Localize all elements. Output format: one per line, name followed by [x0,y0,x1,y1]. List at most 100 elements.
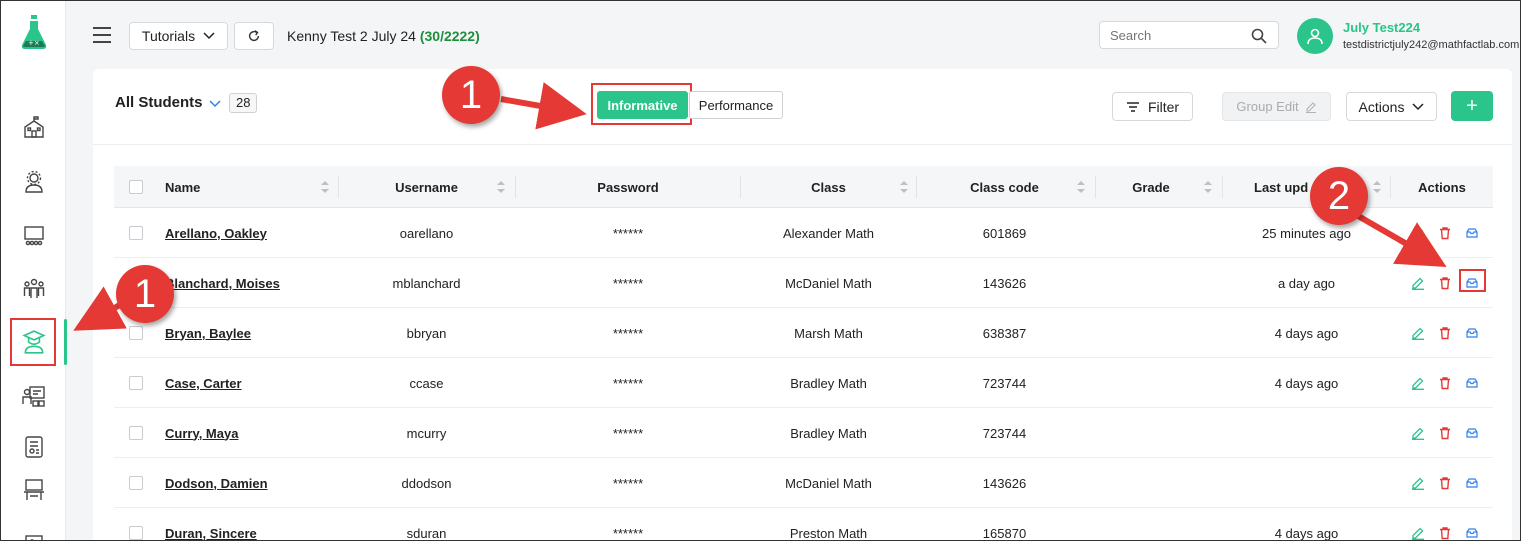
column-header-class[interactable]: Class [741,166,916,208]
extra-menu-icon[interactable] [19,525,49,540]
edit-icon[interactable] [1411,226,1425,240]
column-header-username[interactable]: Username [339,166,514,208]
sort-icon[interactable] [1077,181,1085,193]
sort-icon[interactable] [1204,181,1212,193]
user-name[interactable]: July Test224 [1343,20,1420,35]
student-name-link[interactable]: Bryan, Baylee [165,308,335,358]
row-checkbox[interactable] [129,326,143,340]
user-email: testdistrictjuly242@mathfactlab.com [1343,39,1520,51]
sidebar-active-indicator [64,319,67,365]
informative-toggle[interactable]: Informative [597,91,688,119]
student-name-link[interactable]: Dodson, Damien [165,458,335,508]
users-group-icon[interactable] [19,273,49,303]
callout-badge-toggle: 1 [442,66,500,124]
edit-icon[interactable] [1411,526,1425,540]
table-row: Curry, Maya mcurry ****** Bradley Math 72374… [114,408,1493,458]
annotation-highlight-email-icon [1459,269,1486,292]
delete-icon[interactable] [1438,526,1452,540]
callout-badge-sidebar: 1 [116,265,174,323]
tutorials-dropdown[interactable]: Tutorials [129,22,228,50]
edit-icon[interactable] [1411,326,1425,340]
delete-icon[interactable] [1438,276,1452,290]
callout-badge-actions: 2 [1310,167,1368,225]
table-row: Case, Carter ccase ****** Bradley Math 72374… [114,358,1493,408]
email-icon[interactable] [1465,226,1479,240]
delete-icon[interactable] [1438,376,1452,390]
delete-icon[interactable] [1438,426,1452,440]
table-row: Bryan, Baylee bbryan ****** Marsh Math 63838… [114,308,1493,358]
password-cell: ****** [612,375,644,391]
filter-icon [1126,101,1139,112]
last-updated-cell: a day ago [1277,275,1336,291]
delete-icon[interactable] [1438,226,1452,240]
row-checkbox[interactable] [129,376,143,390]
edit-icon[interactable] [1411,426,1425,440]
refresh-button[interactable] [234,22,274,50]
class-code-cell: 143626 [982,475,1027,491]
menu-icon[interactable] [93,27,111,43]
school-icon[interactable] [19,113,49,143]
class-cell: Alexander Math [782,225,875,241]
add-student-button[interactable]: + [1451,91,1493,121]
student-name-link[interactable]: Duran, Sincere [165,508,335,541]
group-edit-button[interactable]: Group Edit [1222,92,1331,121]
teacher-board-icon[interactable] [19,381,49,411]
username-cell: sduran [406,525,447,541]
sort-icon[interactable] [321,181,329,193]
all-students-dropdown[interactable]: All Students [115,94,203,111]
actions-dropdown[interactable]: Actions [1346,92,1437,121]
sort-icon[interactable] [1373,181,1381,193]
classroom-icon[interactable] [19,221,49,251]
student-name-link[interactable]: Arellano, Oakley [165,208,335,258]
edit-icon[interactable] [1411,476,1425,490]
report-icon[interactable] [19,432,49,462]
delete-icon[interactable] [1438,326,1452,340]
grade-cell [1096,208,1222,258]
filter-button[interactable]: Filter [1112,92,1193,121]
table-row: Duran, Sincere sduran ****** Preston Math 16… [114,508,1493,541]
annotation-highlight-student-icon [10,318,56,366]
delete-icon[interactable] [1438,476,1452,490]
table-header: Name Username Password Class Class code … [114,166,1493,208]
performance-toggle[interactable]: Performance [689,91,783,119]
last-updated-cell: 4 days ago [1274,325,1339,341]
last-updated-cell [1223,458,1390,508]
row-checkbox[interactable] [129,476,143,490]
sort-icon[interactable] [497,181,505,193]
grade-cell [1096,458,1222,508]
avatar[interactable] [1297,18,1333,54]
sort-icon[interactable] [900,181,908,193]
column-header-grade[interactable]: Grade [1096,166,1206,208]
select-all-checkbox[interactable] [129,180,143,194]
email-icon[interactable] [1465,326,1479,340]
email-icon[interactable] [1465,376,1479,390]
email-icon[interactable] [1465,526,1479,540]
filter-label: Filter [1147,98,1180,115]
desk-icon[interactable] [19,475,49,505]
column-header-password[interactable]: Password [516,166,740,208]
column-header-name[interactable]: Name [165,166,285,208]
row-checkbox[interactable] [129,526,143,540]
class-cell: Bradley Math [790,375,867,391]
edit-icon[interactable] [1411,376,1425,390]
search-icon[interactable] [1251,28,1267,44]
email-icon[interactable] [1465,476,1479,490]
chevron-down-icon[interactable] [209,99,221,109]
student-name-link[interactable]: Case, Carter [165,358,335,408]
column-header-class-code[interactable]: Class code [917,166,1092,208]
email-icon[interactable] [1465,426,1479,440]
username-cell: mblanchard [392,275,461,291]
logo-icon[interactable]: +× [19,15,49,51]
edit-icon[interactable] [1411,276,1425,290]
password-cell: ****** [612,275,644,291]
row-checkbox[interactable] [129,426,143,440]
pencil-icon [1305,101,1316,113]
table-row: Arellano, Oakley oarellano ****** Alexander… [114,208,1493,258]
class-code-cell: 601869 [982,225,1027,241]
student-name-link[interactable]: Blanchard, Moises [165,258,335,308]
row-checkbox[interactable] [129,226,143,240]
student-name-link[interactable]: Curry, Maya [165,408,335,458]
district-admin-icon[interactable] [19,167,49,197]
sidebar: +× [1,1,67,540]
last-updated-cell: 4 days ago [1274,375,1339,391]
